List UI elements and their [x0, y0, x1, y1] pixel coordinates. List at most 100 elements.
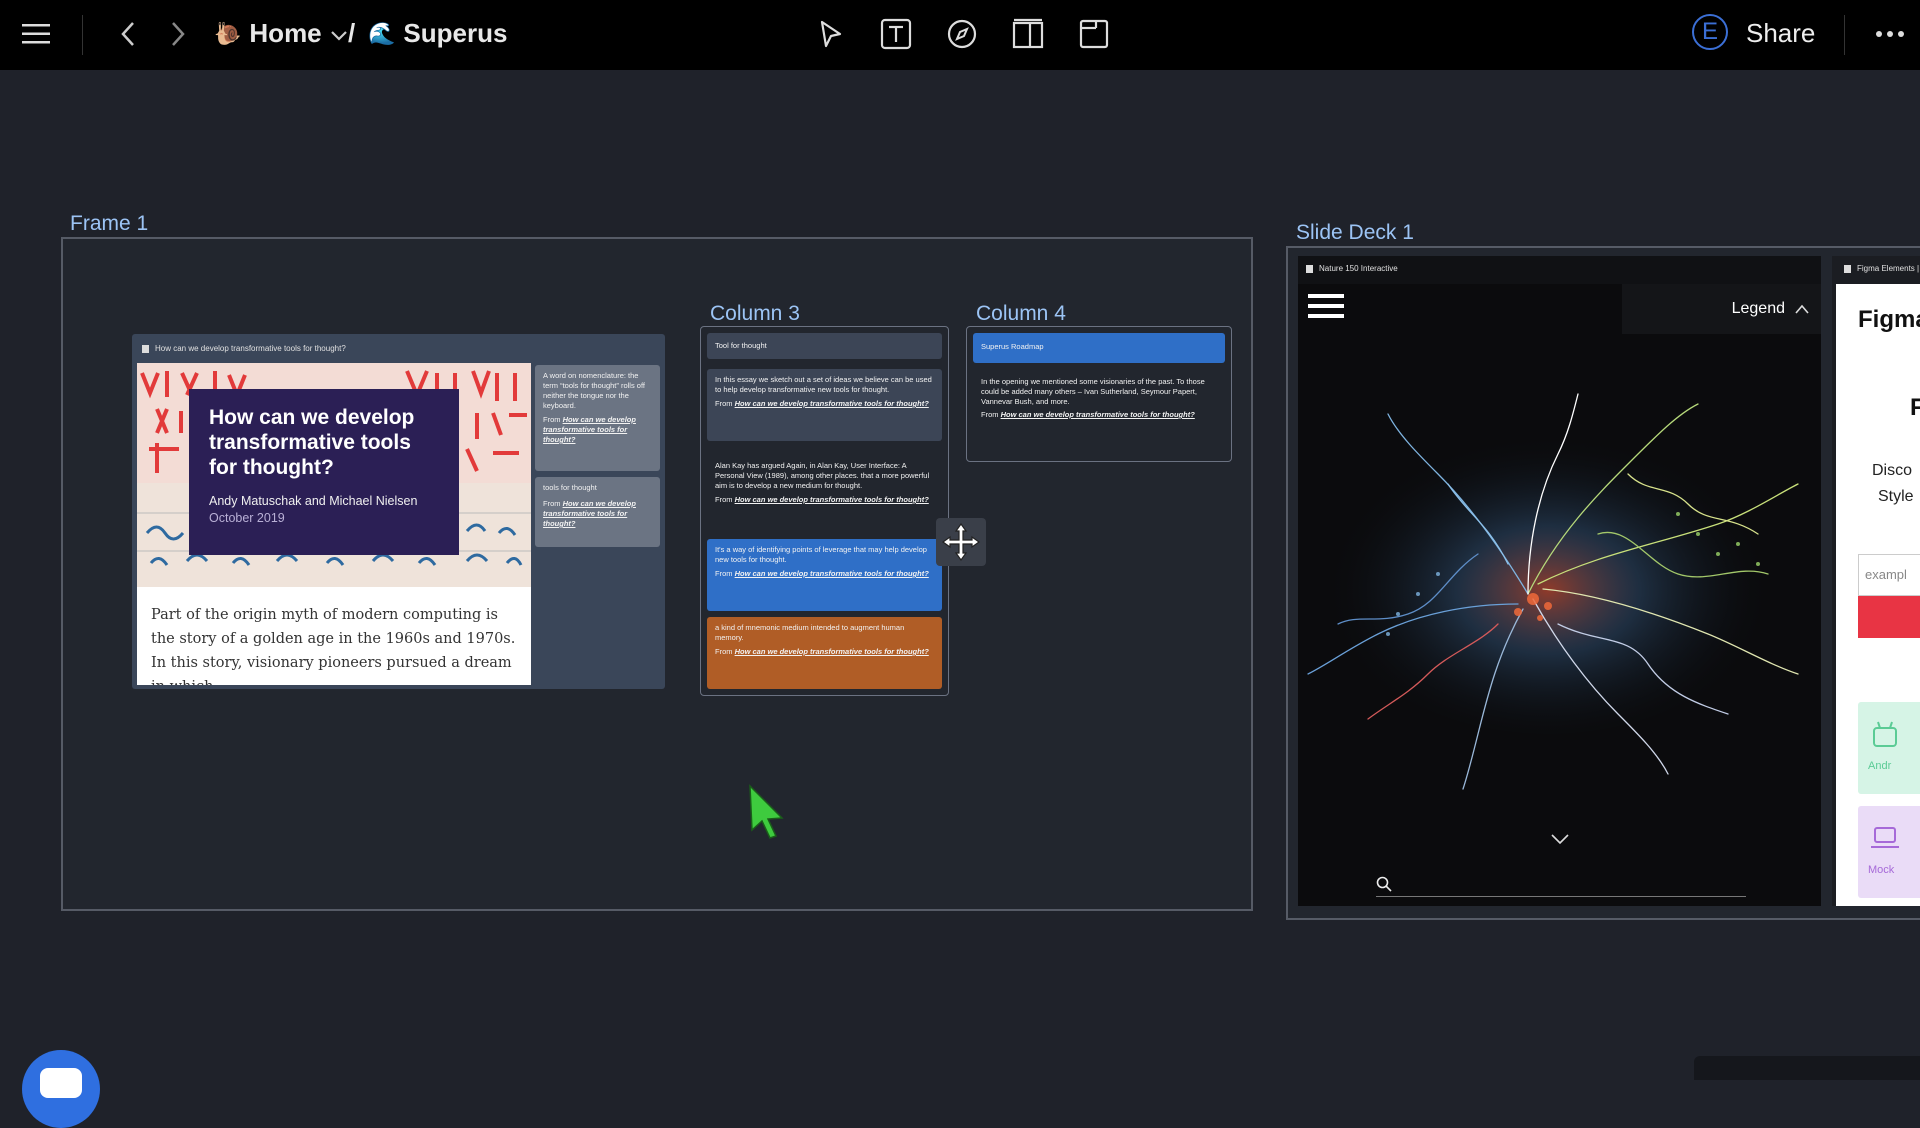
- back-arrow-icon[interactable]: [116, 18, 140, 50]
- note-4-text: a kind of mnemonic medium intended to au…: [715, 623, 905, 642]
- chat-bubble-icon: [40, 1068, 82, 1098]
- side-note-2-text: tools for thought: [543, 483, 597, 492]
- figma-line-1: Disco: [1872, 462, 1913, 479]
- bottom-right-toolbar[interactable]: [1694, 1056, 1920, 1080]
- article-card[interactable]: How can we develop transformative tools …: [132, 334, 665, 689]
- text-tool-icon[interactable]: [878, 16, 914, 52]
- breadcrumb-current-label: Superus: [403, 18, 508, 48]
- android-icon: [1873, 721, 1897, 747]
- column-3-note-3[interactable]: It's a way of identifying points of leve…: [707, 539, 942, 611]
- article-authors: Andy Matuschak and Michael Nielsen: [209, 494, 418, 508]
- legend-label: Legend: [1731, 300, 1785, 317]
- article-body: Part of the origin myth of modern comput…: [137, 587, 531, 685]
- column-4[interactable]: Superus Roadmap In the opening we mentio…: [966, 326, 1232, 462]
- hero-title-box: How can we develop transformative tools …: [189, 389, 459, 555]
- split-view-icon[interactable]: [1010, 16, 1046, 52]
- column-3-header-text: Tool for thought: [715, 341, 767, 350]
- article-date: October 2019: [209, 511, 285, 525]
- from-text: From: [981, 410, 999, 419]
- from-text: From: [715, 569, 733, 578]
- more-options-icon[interactable]: [1872, 20, 1908, 48]
- toolbar-divider: [82, 15, 83, 55]
- from-text: From: [715, 495, 733, 504]
- note-1-text: In this essay we sketch out a set of ide…: [715, 375, 932, 394]
- side-note-2[interactable]: tools for thought From How can we develo…: [535, 477, 660, 547]
- laptop-icon: [1871, 827, 1899, 848]
- source-link[interactable]: How can we develop transformative tools …: [735, 399, 929, 408]
- separator-text: /: [348, 18, 356, 48]
- frame-1-label[interactable]: Frame 1: [70, 212, 148, 236]
- menu-icon[interactable]: [20, 18, 52, 50]
- pointer-tool-icon[interactable]: [814, 16, 848, 52]
- from-text: From: [715, 399, 733, 408]
- column-3[interactable]: Tool for thought In this essay we sketch…: [700, 326, 949, 696]
- avatar-letter: E: [1701, 18, 1718, 45]
- source-link[interactable]: How can we develop transformative tools …: [735, 647, 929, 656]
- source-link[interactable]: How can we develop transformative tools …: [735, 495, 929, 504]
- figma-heading: Figma: [1858, 306, 1920, 333]
- column-3-note-2[interactable]: Alan Kay has argued Again, in Alan Kay, …: [707, 455, 942, 531]
- column-4-note-source: From How can we develop transformative t…: [981, 410, 1217, 420]
- column-4-note-1[interactable]: In the opening we mentioned some visiona…: [973, 371, 1225, 451]
- mouse-cursor-icon: [748, 784, 786, 845]
- article-tab: How can we develop transformative tools …: [142, 344, 346, 353]
- slide-deck-label[interactable]: Slide Deck 1: [1296, 221, 1414, 245]
- figma-email-input[interactable]: exampl: [1858, 554, 1920, 596]
- article-heading: How can we develop transformative tools …: [209, 406, 415, 479]
- forward-arrow-icon[interactable]: [166, 18, 190, 50]
- search-input[interactable]: [1376, 874, 1746, 897]
- top-toolbar: 🐌 Home / 🌊 Superus E Share: [0, 0, 1920, 70]
- chevron-up-icon: [1795, 304, 1809, 314]
- slide-2-title: Figma Elements |: [1857, 264, 1920, 273]
- chevron-down-icon[interactable]: [330, 18, 348, 49]
- chat-launcher-button[interactable]: [22, 1050, 100, 1128]
- column-4-label[interactable]: Column 4: [976, 302, 1066, 326]
- legend-toggle[interactable]: Legend: [1622, 284, 1821, 334]
- column-4-header-text: Superus Roadmap: [981, 342, 1044, 351]
- share-button[interactable]: Share: [1746, 18, 1815, 49]
- source-link[interactable]: How can we develop transformative tools …: [1001, 410, 1195, 419]
- note-2-text: Alan Kay has argued Again, in Alan Kay, …: [715, 461, 930, 490]
- android-card[interactable]: Andr: [1858, 702, 1920, 794]
- note-2-source: From How can we develop transformative t…: [715, 495, 934, 505]
- compass-icon[interactable]: [944, 16, 980, 52]
- hero-image: How can we develop transformative tools …: [137, 363, 531, 587]
- side-note-1[interactable]: A word on nomenclature: the term “tools …: [535, 365, 660, 471]
- breadcrumb-current[interactable]: 🌊 Superus: [368, 18, 507, 49]
- slide-1[interactable]: Nature 150 Interactive Legend: [1298, 256, 1821, 906]
- side-note-1-text: A word on nomenclature: the term “tools …: [543, 371, 645, 410]
- frame-tool-icon[interactable]: [1076, 16, 1112, 52]
- mockup-card[interactable]: Mock: [1858, 806, 1920, 898]
- column-3-note-1[interactable]: In this essay we sketch out a set of ide…: [707, 369, 942, 441]
- note-4-source: From How can we develop transformative t…: [715, 647, 934, 657]
- column-3-label[interactable]: Column 3: [710, 302, 800, 326]
- breadcrumb-home[interactable]: 🐌 Home: [214, 18, 348, 49]
- breadcrumb-home-label: Home: [249, 18, 322, 48]
- slide-1-tab: Nature 150 Interactive: [1306, 264, 1398, 273]
- figma-submit-button[interactable]: [1858, 596, 1920, 638]
- source-link[interactable]: How can we develop transformative tools …: [735, 569, 929, 578]
- hamburger-icon[interactable]: [1308, 292, 1344, 325]
- snail-icon: 🐌: [214, 20, 242, 46]
- slide-2[interactable]: Figma Elements | Figma F Disco Style exa…: [1832, 256, 1920, 906]
- figma-icon: [1844, 264, 1851, 273]
- chevron-down-icon[interactable]: [1550, 832, 1570, 850]
- move-icon: [941, 522, 981, 562]
- network-graph-image: [1307, 393, 1799, 790]
- from-text: From: [715, 647, 733, 656]
- android-label: Andr: [1868, 760, 1892, 772]
- document-icon: [142, 344, 149, 353]
- column-3-header[interactable]: Tool for thought: [707, 333, 942, 359]
- column-3-note-4[interactable]: a kind of mnemonic medium intended to au…: [707, 617, 942, 689]
- user-avatar[interactable]: E: [1692, 14, 1728, 50]
- move-handle[interactable]: [936, 518, 986, 566]
- slide-2-tab: Figma Elements |: [1844, 264, 1919, 273]
- nature-visual: Legend: [1298, 284, 1821, 906]
- side-note-1-source: From How can we develop transformative t…: [543, 415, 652, 445]
- column-4-header[interactable]: Superus Roadmap: [973, 333, 1225, 363]
- breadcrumb-separator: /: [348, 18, 355, 49]
- figma-page: Figma F Disco Style exampl Andr Mock: [1836, 284, 1920, 906]
- toolbar-divider-right: [1844, 15, 1845, 55]
- from-text: From: [543, 415, 561, 424]
- mock-label: Mock: [1868, 864, 1895, 876]
